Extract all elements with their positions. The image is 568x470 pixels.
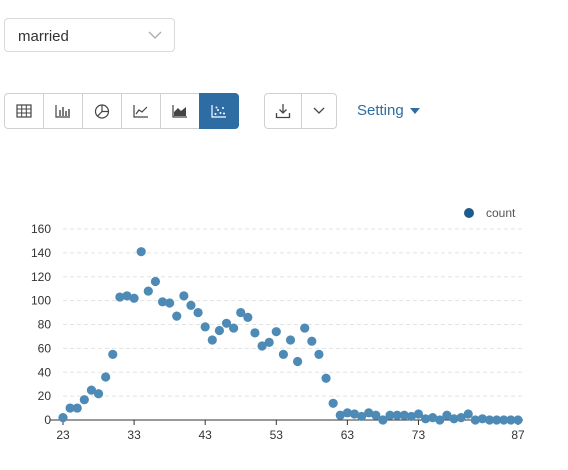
download-options-button[interactable] xyxy=(301,93,337,129)
y-tick-label: 60 xyxy=(38,341,52,355)
data-point xyxy=(58,413,68,423)
y-tick-label: 100 xyxy=(31,294,51,308)
line-chart-icon xyxy=(133,105,148,118)
x-tick-label: 63 xyxy=(341,428,355,442)
data-point xyxy=(307,336,317,346)
data-point xyxy=(193,307,203,318)
data-point xyxy=(72,403,82,413)
x-tick-label: 53 xyxy=(270,428,284,442)
data-point xyxy=(200,322,210,332)
data-point xyxy=(165,298,175,308)
legend: count xyxy=(464,206,516,220)
data-point xyxy=(250,328,260,338)
data-point xyxy=(243,312,253,322)
data-point xyxy=(93,389,104,399)
view-toggle-group xyxy=(4,93,239,129)
data-point xyxy=(513,415,523,425)
y-tick-label: 80 xyxy=(38,318,52,332)
data-point xyxy=(278,349,288,359)
x-tick-label: 87 xyxy=(511,428,525,442)
x-tick-label: 73 xyxy=(412,428,426,442)
chevron-down-icon xyxy=(148,31,162,39)
data-point xyxy=(101,372,111,382)
bar-chart-view-button[interactable] xyxy=(43,93,83,129)
area-chart-icon xyxy=(172,105,187,118)
data-point xyxy=(285,335,296,345)
scatter-chart-view-button[interactable] xyxy=(199,93,239,129)
data-point xyxy=(293,356,303,367)
data-point xyxy=(79,395,89,405)
grid-lines xyxy=(63,228,523,397)
y-tick-label: 120 xyxy=(31,270,51,284)
marital-status-select[interactable]: married xyxy=(4,18,175,52)
area-chart-view-button[interactable] xyxy=(160,93,200,129)
data-point xyxy=(229,323,239,333)
scatter-chart: 020406080100120140160 23 33 43 53 63 73 87 cou… xyxy=(31,206,525,442)
data-point xyxy=(271,327,281,337)
legend-label: count xyxy=(486,206,516,220)
data-point xyxy=(214,325,225,336)
download-icon xyxy=(275,104,291,119)
data-points xyxy=(58,247,523,425)
table-icon xyxy=(16,104,32,118)
data-point xyxy=(314,349,324,359)
data-point xyxy=(179,291,189,301)
data-point xyxy=(129,293,139,303)
select-value: married xyxy=(18,28,69,45)
data-point xyxy=(172,311,182,321)
table-view-button[interactable] xyxy=(4,93,44,129)
x-tick-label: 23 xyxy=(56,428,70,442)
legend-marker xyxy=(464,208,474,218)
data-point xyxy=(150,276,161,287)
download-group xyxy=(264,93,337,129)
y-tick-label: 140 xyxy=(31,246,51,260)
data-point xyxy=(321,373,331,383)
data-point xyxy=(300,323,310,333)
data-point xyxy=(108,349,118,359)
setting-label: Setting xyxy=(357,102,404,119)
pie-chart-icon xyxy=(94,104,110,119)
x-tick-label: 43 xyxy=(199,428,213,442)
data-point xyxy=(328,398,338,408)
y-tick-label: 160 xyxy=(31,222,51,236)
download-button[interactable] xyxy=(264,93,302,129)
data-point xyxy=(264,337,274,348)
data-point xyxy=(186,300,196,310)
data-point xyxy=(143,286,153,296)
data-point xyxy=(136,247,146,257)
data-point xyxy=(207,335,217,345)
scatter-chart-icon xyxy=(211,105,226,118)
x-tick-label: 33 xyxy=(127,428,141,442)
bar-chart-icon xyxy=(55,105,70,118)
caret-down-icon xyxy=(409,107,420,114)
pie-chart-view-button[interactable] xyxy=(82,93,122,129)
y-tick-label: 20 xyxy=(38,389,52,403)
setting-dropdown[interactable]: Setting xyxy=(357,102,420,119)
y-tick-label: 40 xyxy=(38,365,52,379)
data-point xyxy=(463,409,473,419)
line-chart-view-button[interactable] xyxy=(121,93,161,129)
chevron-down-icon xyxy=(313,107,325,114)
